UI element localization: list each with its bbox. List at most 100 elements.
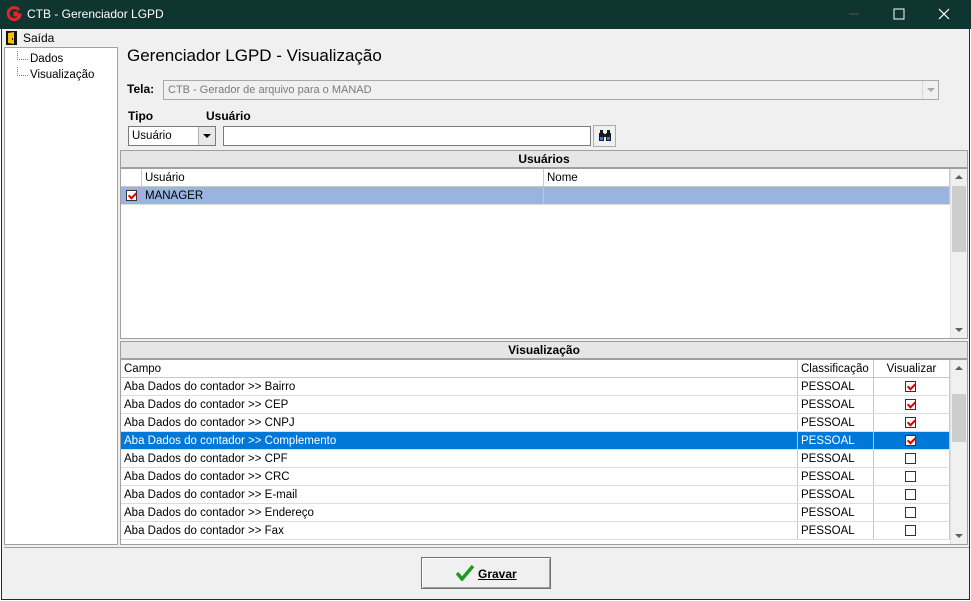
view-cell-classificacao: PESSOAL xyxy=(798,504,874,521)
visualizar-checkbox[interactable] xyxy=(905,435,916,446)
view-cell-classificacao: PESSOAL xyxy=(798,378,874,395)
usuario-input[interactable] xyxy=(223,126,591,146)
menu-bar: Saída xyxy=(2,29,969,47)
tree-connector xyxy=(17,51,28,60)
view-cell-classificacao: PESSOAL xyxy=(798,432,874,449)
users-section-header: Usuários xyxy=(120,150,968,168)
usuario-label: Usuário xyxy=(206,109,251,123)
tree-connector xyxy=(17,67,28,76)
tela-select: CTB - Gerador de arquivo para o MANAD xyxy=(163,80,939,100)
tipo-label: Tipo xyxy=(128,109,154,123)
menu-exit[interactable]: Saída xyxy=(6,29,54,47)
view-grid: Campo Classificação Visualizar Aba Dados… xyxy=(120,359,968,545)
view-cell-visualizar xyxy=(874,504,950,521)
view-cell-visualizar xyxy=(874,486,950,503)
table-row[interactable]: MANAGER xyxy=(121,187,950,205)
users-grid-header: Usuário Nome xyxy=(121,169,950,187)
table-row[interactable]: Aba Dados do contador >> CPF PESSOAL xyxy=(121,450,950,468)
view-cell-classificacao: PESSOAL xyxy=(798,522,874,539)
view-cell-campo: Aba Dados do contador >> Endereço xyxy=(121,504,798,521)
binoculars-icon xyxy=(599,130,611,141)
view-cell-campo: Aba Dados do contador >> CPF xyxy=(121,450,798,467)
view-cell-visualizar xyxy=(874,468,950,485)
navigation-tree: Dados Visualização xyxy=(4,47,118,545)
title-bar: CTB - Gerenciador LGPD xyxy=(0,0,971,29)
view-cell-campo: Aba Dados do contador >> CRC xyxy=(121,468,798,485)
table-row[interactable]: Aba Dados do contador >> Fax PESSOAL xyxy=(121,522,950,540)
table-row[interactable]: Aba Dados do contador >> E-mail PESSOAL xyxy=(121,486,950,504)
maximize-button[interactable] xyxy=(876,0,922,29)
tela-select-value: CTB - Gerador de arquivo para o MANAD xyxy=(168,84,372,96)
scroll-down-icon[interactable] xyxy=(951,322,967,338)
exit-door-icon xyxy=(6,31,17,45)
maximize-icon xyxy=(893,8,905,20)
chevron-down-icon[interactable] xyxy=(198,127,215,145)
table-row[interactable]: Aba Dados do contador >> Bairro PESSOAL xyxy=(121,378,950,396)
visualizar-checkbox[interactable] xyxy=(905,507,916,518)
scroll-up-icon[interactable] xyxy=(951,360,967,376)
scroll-up-icon[interactable] xyxy=(951,169,967,185)
view-cell-visualizar xyxy=(874,378,950,395)
view-cell-visualizar xyxy=(874,450,950,467)
view-cell-campo: Aba Dados do contador >> Bairro xyxy=(121,378,798,395)
footer-bar: Gravar xyxy=(4,547,969,598)
view-cell-visualizar xyxy=(874,414,950,431)
menu-exit-label: Saída xyxy=(23,31,55,45)
window-title: CTB - Gerenciador LGPD xyxy=(27,7,164,21)
column-header-usuario[interactable]: Usuário xyxy=(142,169,544,186)
view-cell-classificacao: PESSOAL xyxy=(798,414,874,431)
search-user-button[interactable] xyxy=(593,125,616,147)
table-row[interactable]: Aba Dados do contador >> CRC PESSOAL xyxy=(121,468,950,486)
view-grid-header: Campo Classificação Visualizar xyxy=(121,360,950,378)
tipo-select-value: Usuário xyxy=(132,130,172,142)
column-header-classificacao[interactable]: Classificação xyxy=(798,360,874,377)
view-cell-visualizar xyxy=(874,396,950,413)
close-button[interactable] xyxy=(921,0,967,29)
visualizar-checkbox[interactable] xyxy=(905,381,916,392)
view-cell-campo: Aba Dados do contador >> CEP xyxy=(121,396,798,413)
visualizar-checkbox[interactable] xyxy=(905,417,916,428)
visualizar-checkbox[interactable] xyxy=(905,471,916,482)
view-cell-classificacao: PESSOAL xyxy=(798,396,874,413)
tree-item-dados[interactable]: Dados xyxy=(5,51,115,68)
column-header-visualizar[interactable]: Visualizar xyxy=(874,360,950,377)
visualizar-checkbox[interactable] xyxy=(905,489,916,500)
view-cell-classificacao: PESSOAL xyxy=(798,450,874,467)
table-row[interactable]: Aba Dados do contador >> CNPJ PESSOAL xyxy=(121,414,950,432)
visualizar-checkbox[interactable] xyxy=(905,525,916,536)
tree-item-visualizacao[interactable]: Visualização xyxy=(5,67,115,84)
visualizar-checkbox[interactable] xyxy=(905,399,916,410)
ctb-app-icon xyxy=(6,6,22,22)
scroll-thumb[interactable] xyxy=(952,394,966,442)
minimize-button[interactable] xyxy=(831,0,877,29)
view-cell-campo: Aba Dados do contador >> E-mail xyxy=(121,486,798,503)
tela-label: Tela: xyxy=(127,82,155,96)
view-cell-visualizar xyxy=(874,432,950,449)
table-row[interactable]: Aba Dados do contador >> Complemento PESS… xyxy=(121,432,950,450)
tree-item-label: Dados xyxy=(30,53,64,65)
users-grid-scrollbar[interactable] xyxy=(950,169,967,338)
visualizar-checkbox[interactable] xyxy=(905,453,916,464)
save-button[interactable]: Gravar xyxy=(421,557,551,589)
user-row-checkbox[interactable] xyxy=(126,190,137,201)
view-cell-classificacao: PESSOAL xyxy=(798,468,874,485)
page-title: Gerenciador LGPD - Visualização xyxy=(127,46,382,65)
close-icon xyxy=(938,8,950,20)
chevron-down-icon xyxy=(922,81,938,99)
view-cell-visualizar xyxy=(874,522,950,539)
check-icon xyxy=(456,565,474,581)
view-section-header: Visualização xyxy=(120,341,968,359)
scroll-down-icon[interactable] xyxy=(951,528,967,544)
users-grid: Usuário Nome MANAGER xyxy=(120,168,968,339)
view-grid-scrollbar[interactable] xyxy=(950,360,967,544)
user-cell-usuario: MANAGER xyxy=(142,187,544,204)
table-row[interactable]: Aba Dados do contador >> CEP PESSOAL xyxy=(121,396,950,414)
tipo-select[interactable]: Usuário xyxy=(128,126,216,146)
scroll-thumb[interactable] xyxy=(952,186,966,252)
column-header-campo[interactable]: Campo xyxy=(121,360,798,377)
column-header-nome[interactable]: Nome xyxy=(544,169,950,186)
view-cell-campo: Aba Dados do contador >> Fax xyxy=(121,522,798,539)
save-button-label: Gravar xyxy=(478,567,517,581)
users-grid-indicator-header xyxy=(121,169,142,186)
table-row[interactable]: Aba Dados do contador >> Endereço PESSOAL xyxy=(121,504,950,522)
